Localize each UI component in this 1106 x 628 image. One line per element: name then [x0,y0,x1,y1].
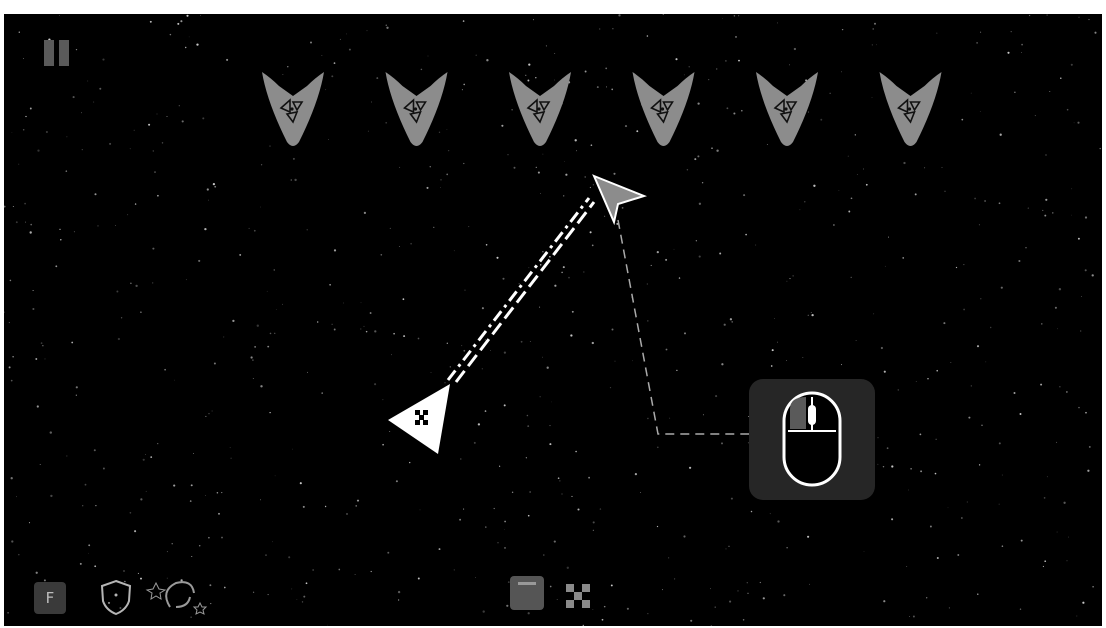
player-ship[interactable] [388,384,450,454]
enemy-ship [385,72,448,146]
tutorial-hint-panel [749,379,875,500]
hint-guide-line [617,219,749,435]
enemy-formation [262,72,942,146]
checker-icon[interactable] [566,584,590,608]
game-canvas[interactable]: F [4,14,1102,626]
enemy-ship [632,72,695,146]
top-margin [0,0,1106,14]
enemy-ship [756,72,818,146]
shield-icon[interactable] [100,579,132,616]
enemy-ship [262,72,324,146]
arrow-cursor-icon [592,174,648,226]
scene [100,72,942,616]
galaxy-warp-icon[interactable] [145,581,208,615]
menu-square-icon[interactable] [510,576,544,610]
aim-trail [446,197,596,383]
fire-button[interactable]: F [34,582,66,614]
enemy-ship [509,72,571,146]
enemy-ship [879,72,942,146]
